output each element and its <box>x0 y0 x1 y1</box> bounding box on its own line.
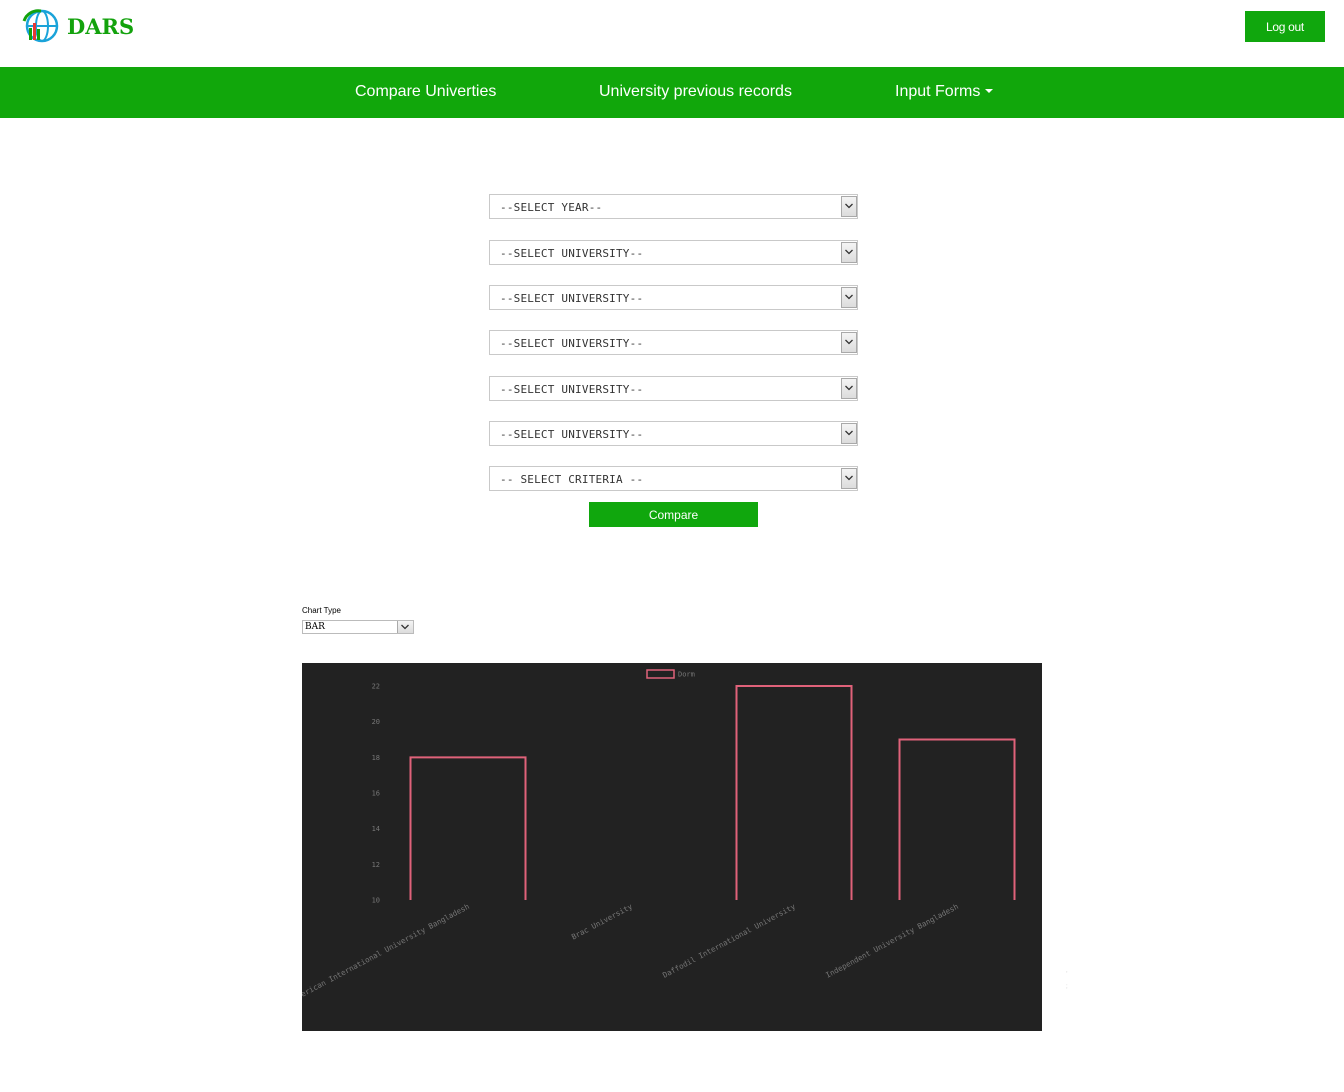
stray-mark: ; <box>1066 984 1068 990</box>
y-tick-label: 18 <box>372 754 380 762</box>
y-tick-label: 16 <box>372 790 380 798</box>
header: DARS Log out <box>0 0 1344 67</box>
chevron-down-icon <box>841 378 857 399</box>
chevron-down-icon <box>841 468 857 489</box>
university-select-value: --SELECT UNIVERSITY-- <box>500 428 644 441</box>
nav-previous-records[interactable]: University previous records <box>599 83 792 101</box>
bar <box>409 756 527 900</box>
university-select-3[interactable]: --SELECT UNIVERSITY-- <box>489 330 858 355</box>
nav-compare-universities[interactable]: Compare Univerties <box>355 83 496 101</box>
legend-label: Dorm <box>678 671 695 679</box>
criteria-select[interactable]: -- SELECT CRITERIA -- <box>489 466 858 491</box>
bar <box>898 738 1016 900</box>
chevron-down-icon <box>841 287 857 308</box>
x-tick-label: American International University Bangla… <box>302 902 471 1003</box>
y-tick-label: 14 <box>372 825 380 833</box>
university-select-value: --SELECT UNIVERSITY-- <box>500 383 644 396</box>
university-select-2[interactable]: --SELECT UNIVERSITY-- <box>489 285 858 310</box>
x-tick-label: Daffodil International University <box>661 902 797 980</box>
chart-type-select[interactable]: BAR <box>302 620 414 634</box>
logo[interactable]: DARS <box>21 9 134 43</box>
y-tick-label: 10 <box>372 897 380 905</box>
x-tick-label: Independent University Bangladesh <box>824 902 960 980</box>
y-tick-label: 12 <box>372 861 380 869</box>
year-select[interactable]: --SELECT YEAR-- <box>489 194 858 219</box>
brand-name: DARS <box>67 13 135 39</box>
globe-logo-icon <box>22 9 59 43</box>
nav-input-forms-label: Input Forms <box>895 83 981 100</box>
chevron-down-icon <box>841 423 857 444</box>
nav-input-forms[interactable]: Input Forms <box>895 83 994 101</box>
chart-canvas: 10 12 14 16 18 20 22 Dorm American International… <box>302 669 1016 1003</box>
compare-button[interactable]: Compare <box>589 502 758 527</box>
chevron-down-icon <box>841 242 857 263</box>
x-tick-label: Brac University <box>570 902 634 942</box>
university-select-5[interactable]: --SELECT UNIVERSITY-- <box>489 421 858 446</box>
chevron-down-icon <box>841 196 857 217</box>
university-select-value: --SELECT UNIVERSITY-- <box>500 247 644 260</box>
chart-type-value: BAR <box>305 622 325 632</box>
university-select-1[interactable]: --SELECT UNIVERSITY-- <box>489 240 858 265</box>
bar <box>735 685 853 900</box>
criteria-select-value: -- SELECT CRITERIA -- <box>500 473 644 486</box>
main-nav: Compare Univerties University previous r… <box>0 67 1344 118</box>
y-tick-label: 22 <box>372 683 380 691</box>
university-select-value: --SELECT UNIVERSITY-- <box>500 337 644 350</box>
y-tick-label: 20 <box>372 718 380 726</box>
chevron-down-icon <box>841 332 857 353</box>
year-select-value: --SELECT YEAR-- <box>500 201 603 214</box>
bar-chart: 10 12 14 16 18 20 22 Dorm American International… <box>302 663 1042 1031</box>
university-select-value: --SELECT UNIVERSITY-- <box>500 292 644 305</box>
logout-button[interactable]: Log out <box>1245 11 1325 42</box>
caret-down-icon <box>985 89 994 93</box>
university-select-4[interactable]: --SELECT UNIVERSITY-- <box>489 376 858 401</box>
legend-swatch <box>646 669 675 679</box>
chevron-down-icon <box>397 621 413 633</box>
stray-mark: , <box>1066 968 1068 974</box>
chart-type-label: Chart Type <box>302 606 341 615</box>
